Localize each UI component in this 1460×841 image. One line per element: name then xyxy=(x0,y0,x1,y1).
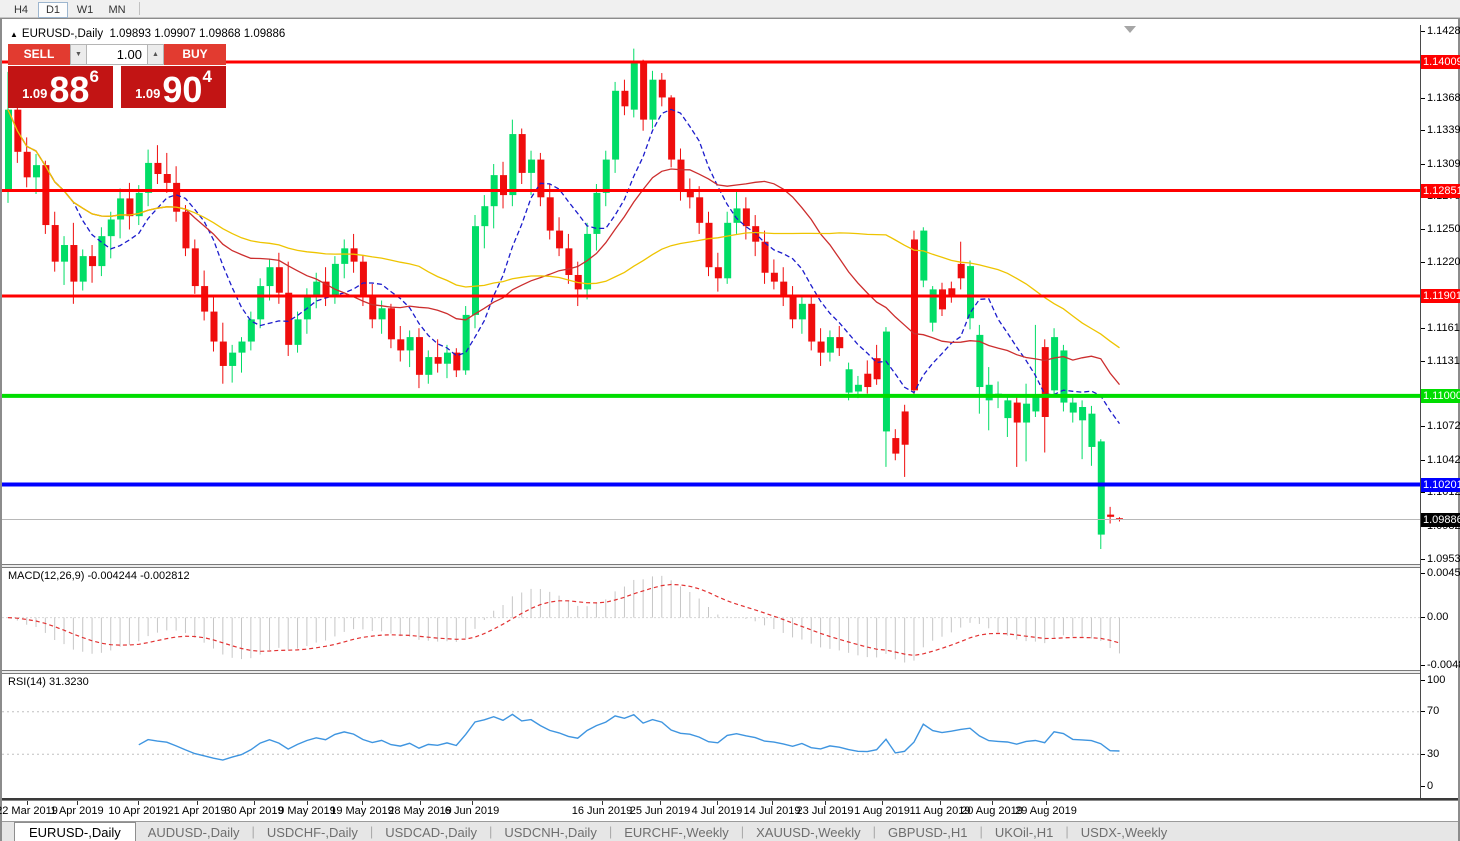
macd-label: MACD(12,26,9) -0.004244 -0.002812 xyxy=(8,570,190,582)
buy-price-prefix: 1.09 xyxy=(135,86,160,101)
level-price-label: 1.12851 xyxy=(1421,184,1460,198)
symbol-tab-eurchf-weekly[interactable]: EURCHF-,Weekly xyxy=(612,823,741,841)
date-label: 20 Aug 2019 xyxy=(961,805,1023,817)
level-price-label: 1.14009 xyxy=(1421,55,1460,69)
symbol-tab-usdcad-daily[interactable]: USDCAD-,Daily xyxy=(373,823,489,841)
symbol-tab-usdx-weekly[interactable]: USDX-,Weekly xyxy=(1069,823,1179,841)
rsi-label: RSI(14) 31.3230 xyxy=(8,676,89,688)
sell-price-tile[interactable]: 1.09 88 6 xyxy=(8,66,113,108)
date-label: 4 Jul 2019 xyxy=(692,805,743,817)
buy-price-tile[interactable]: 1.09 90 4 xyxy=(121,66,226,108)
sell-price-big: 88 xyxy=(49,75,89,105)
level-price-label: 1.11000 xyxy=(1421,389,1460,403)
chart-title: ▲ EURUSD-,Daily 1.09893 1.09907 1.09868 1… xyxy=(10,28,285,40)
toolbar-separator xyxy=(139,2,140,15)
date-label: 1 Aug 2019 xyxy=(854,805,910,817)
date-label: 22 Mar 2019 xyxy=(0,805,58,817)
price-chart-pane[interactable]: ▲ EURUSD-,Daily 1.09893 1.09907 1.09868 1… xyxy=(2,25,1420,564)
date-label: 30 Apr 2019 xyxy=(224,805,283,817)
date-label: 23 Jul 2019 xyxy=(797,805,854,817)
date-label: 21 Apr 2019 xyxy=(167,805,226,817)
one-click-trade-panel: SELL ▼ ▲ BUY 1.09 88 6 1.09 90 xyxy=(8,44,226,108)
level-price-label: 1.11901 xyxy=(1421,289,1460,303)
rsi-indicator-pane[interactable]: RSI(14) 31.3230 xyxy=(2,674,1420,799)
buy-button[interactable]: BUY xyxy=(164,44,226,65)
sell-price-pip: 6 xyxy=(89,67,98,87)
chart-window: ▲ EURUSD-,Daily 1.09893 1.09907 1.09868 1… xyxy=(0,18,1460,841)
timeframe-toolbar: H4D1W1MN xyxy=(0,0,1460,18)
date-label: 16 Jun 2019 xyxy=(572,805,633,817)
timeframe-button-h4[interactable]: H4 xyxy=(6,2,36,18)
date-label: 6 Jun 2019 xyxy=(445,805,499,817)
symbol-tab-usdcnh-daily[interactable]: USDCNH-,Daily xyxy=(492,823,608,841)
sell-price-prefix: 1.09 xyxy=(22,86,47,101)
macd-indicator-pane[interactable]: MACD(12,26,9) -0.004244 -0.002812 xyxy=(2,568,1420,670)
volume-input[interactable] xyxy=(87,44,147,65)
date-axis: 22 Mar 20191 Apr 2019 10 Apr 201921 Apr 2… xyxy=(2,801,1458,821)
symbol-tab-usdchf-daily[interactable]: USDCHF-,Daily xyxy=(255,823,370,841)
buy-price-pip: 4 xyxy=(202,67,211,87)
volume-increase-button[interactable]: ▲ xyxy=(147,44,164,65)
date-label: 9 May 2019 xyxy=(278,805,335,817)
date-label: 19 May 2019 xyxy=(330,805,394,817)
symbol-tab-ukoil-h1[interactable]: UKOil-,H1 xyxy=(983,823,1066,841)
timeframe-button-w1[interactable]: W1 xyxy=(70,2,100,18)
date-label: 14 Jul 2019 xyxy=(744,805,801,817)
level-price-label: 1.10201 xyxy=(1421,478,1460,492)
symbol-tab-bar: EURUSD-,DailyAUDUSD-,Daily|USDCHF-,Daily… xyxy=(2,821,1458,841)
chart-shift-marker-icon xyxy=(1124,26,1136,33)
date-label: 29 Aug 2019 xyxy=(1015,805,1077,817)
timeframe-button-d1[interactable]: D1 xyxy=(38,2,68,18)
date-label: 25 Jun 2019 xyxy=(630,805,691,817)
date-label: 10 Apr 2019 xyxy=(108,805,167,817)
current-price-label: 1.09886 xyxy=(1421,513,1460,527)
symbol-tab-audusd-daily[interactable]: AUDUSD-,Daily xyxy=(136,823,252,841)
timeframe-button-mn[interactable]: MN xyxy=(102,2,132,18)
volume-decrease-button[interactable]: ▼ xyxy=(70,44,87,65)
symbol-tab-xauusd-weekly[interactable]: XAUUSD-,Weekly xyxy=(744,823,873,841)
price-axis: 1.142801.139851.136851.133901.130901.127… xyxy=(1421,25,1458,799)
buy-price-big: 90 xyxy=(162,75,202,105)
date-label: 28 May 2019 xyxy=(388,805,452,817)
chart-symbol-label: EURUSD-,Daily xyxy=(22,28,103,40)
chart-quote-ohlc: 1.09893 1.09907 1.09868 1.09886 xyxy=(109,28,285,40)
date-label: 1 Apr 2019 xyxy=(50,805,103,817)
collapse-panel-icon[interactable]: ▲ xyxy=(10,30,18,39)
symbol-tab-eurusd-daily[interactable]: EURUSD-,Daily xyxy=(14,822,136,841)
sell-button[interactable]: SELL xyxy=(8,44,70,65)
symbol-tab-gbpusd-h1[interactable]: GBPUSD-,H1 xyxy=(876,823,979,841)
mt4-terminal: H4D1W1MN ▲ EURUSD-,Daily 1.09893 1.09907 … xyxy=(0,0,1460,841)
